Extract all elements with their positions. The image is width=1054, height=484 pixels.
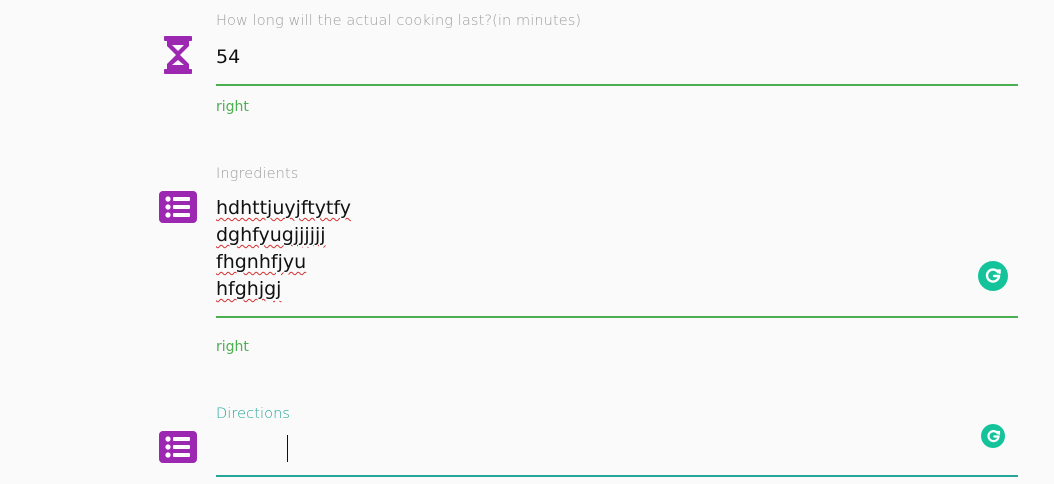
- ingredients-line: hfghjgj: [216, 278, 282, 300]
- ingredients-line: dghfyugjjjjjj: [216, 224, 326, 246]
- cooking-time-underline: [216, 84, 1018, 86]
- ingredients-underline: [216, 316, 1018, 318]
- cooking-time-helper: right: [216, 99, 249, 115]
- directions-textarea[interactable]: [216, 436, 976, 464]
- list-icon: [159, 428, 197, 466]
- text-cursor: [287, 435, 288, 462]
- ingredients-line: fhgnhfjyu: [216, 251, 307, 273]
- cooking-time-label: How long will the actual cooking last?(i…: [216, 13, 582, 29]
- hourglass-icon: [159, 36, 197, 74]
- list-icon: [159, 188, 197, 226]
- ingredients-label: Ingredients: [216, 166, 299, 182]
- ingredients-textarea[interactable]: hdhttjuyjftytfy dghfyugjjjjjj fhgnhfjyu …: [216, 195, 351, 303]
- directions-underline: [216, 475, 1018, 477]
- grammarly-icon[interactable]: [978, 261, 1008, 291]
- ingredients-helper: right: [216, 339, 249, 355]
- directions-label: Directions: [216, 406, 291, 422]
- cooking-time-input[interactable]: 54: [216, 46, 240, 68]
- grammarly-icon[interactable]: [981, 424, 1005, 448]
- ingredients-line: hdhttjuyjftytfy: [216, 197, 351, 219]
